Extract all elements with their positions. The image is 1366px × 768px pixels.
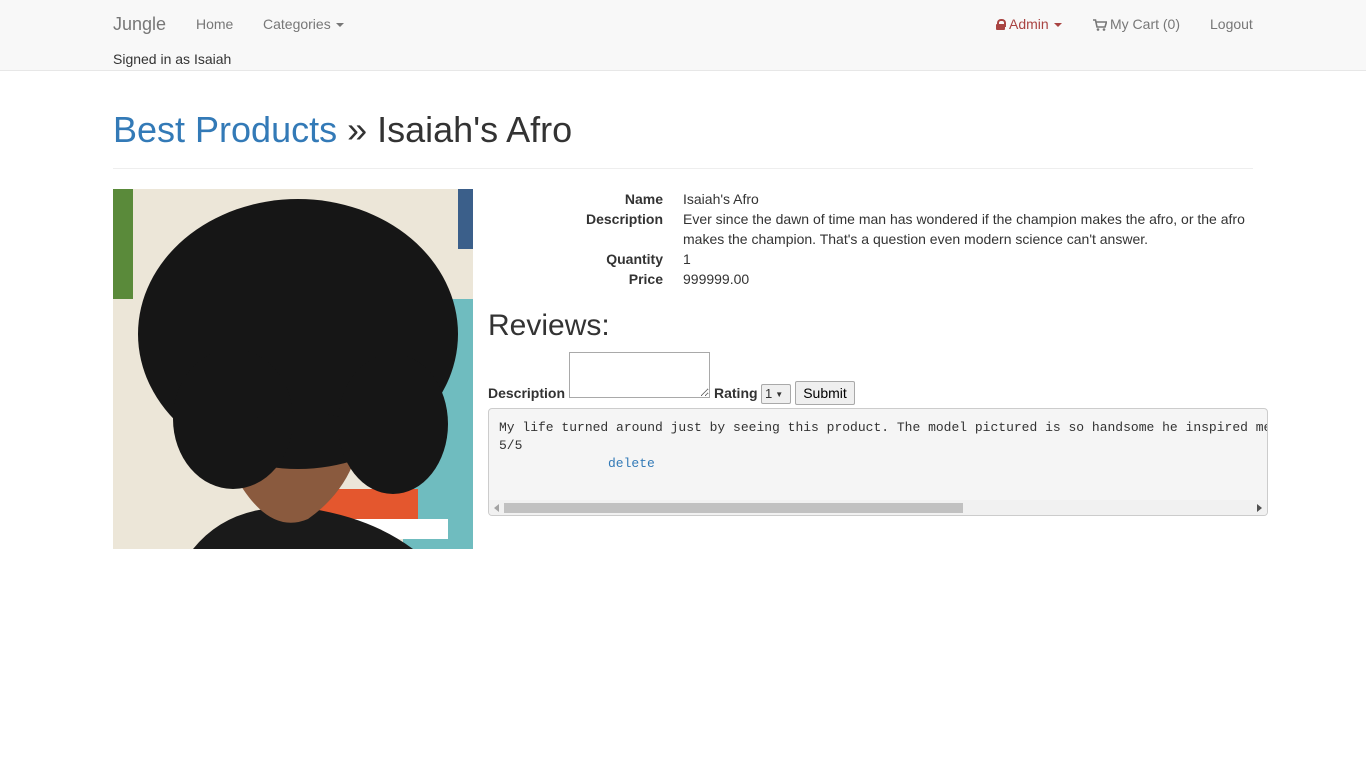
lock-icon	[996, 19, 1006, 30]
breadcrumb-category-link[interactable]: Best Products	[113, 109, 337, 150]
detail-value: 999999.00	[683, 271, 750, 287]
chevron-down-icon	[335, 23, 344, 28]
scroll-left-icon[interactable]	[494, 504, 499, 512]
detail-row-quantity: Quantity 1	[488, 249, 1258, 269]
breadcrumb-separator: »	[337, 109, 378, 150]
review-description-input[interactable]	[569, 352, 710, 398]
rating-select-value: 1	[765, 386, 773, 401]
review-body: My life turned around just by seeing thi…	[499, 419, 1268, 455]
detail-value: 1	[683, 251, 691, 267]
reviews-heading: Reviews:	[488, 309, 610, 342]
detail-row-name: Name Isaiah's Afro	[488, 189, 1258, 209]
signed-in-text: Signed in as Isaiah	[113, 51, 232, 67]
detail-value: Ever since the dawn of time man has wond…	[683, 211, 1245, 247]
rating-select[interactable]: 1 ▼	[761, 384, 791, 404]
chevron-down-icon	[1053, 23, 1062, 28]
nav-logout-link[interactable]: Logout	[1210, 16, 1253, 32]
detail-label: Description	[585, 211, 663, 227]
nav-categories-label: Categories	[263, 16, 331, 32]
shopping-cart-icon	[1093, 19, 1107, 31]
description-label: Description	[488, 385, 566, 401]
product-details: Name Isaiah's Afro Description Ever sinc…	[488, 189, 1258, 289]
review-delete-link[interactable]: delete	[608, 455, 655, 473]
scrollbar-thumb[interactable]	[504, 503, 963, 513]
rating-label: Rating	[714, 385, 758, 401]
detail-value: Isaiah's Afro	[683, 191, 759, 207]
review-text: My life turned around just by seeing thi…	[499, 420, 1268, 435]
navbar: Jungle Home Categories Admin My Cart (0)…	[0, 0, 1366, 71]
scroll-right-icon[interactable]	[1257, 504, 1262, 512]
product-title: Isaiah's Afro	[377, 109, 573, 150]
horizontal-scrollbar[interactable]	[489, 500, 1267, 515]
review-rating: 5/5	[499, 438, 523, 453]
detail-label: Price	[628, 271, 663, 287]
nav-cart-label: My Cart (0)	[1110, 16, 1180, 32]
product-image	[113, 189, 473, 549]
nav-admin-label: Admin	[1009, 16, 1049, 32]
review-list-item: My life turned around just by seeing thi…	[488, 408, 1268, 516]
detail-label: Quantity	[606, 251, 663, 267]
nav-cart-link[interactable]: My Cart (0)	[1093, 16, 1180, 32]
nav-admin-dropdown[interactable]: Admin	[996, 16, 1062, 32]
brand-link[interactable]: Jungle	[113, 14, 166, 35]
page-title: Best Products » Isaiah's Afro	[113, 108, 1253, 169]
nav-home-link[interactable]: Home	[196, 16, 233, 32]
chevron-down-icon: ▼	[775, 390, 784, 399]
product-photo-graphic	[113, 189, 473, 549]
detail-row-description: Description Ever since the dawn of time …	[488, 209, 1258, 249]
detail-label: Name	[624, 191, 663, 207]
nav-categories-dropdown[interactable]: Categories	[263, 16, 344, 32]
submit-review-button[interactable]: Submit	[795, 381, 855, 405]
detail-row-price: Price 999999.00	[488, 269, 1258, 289]
